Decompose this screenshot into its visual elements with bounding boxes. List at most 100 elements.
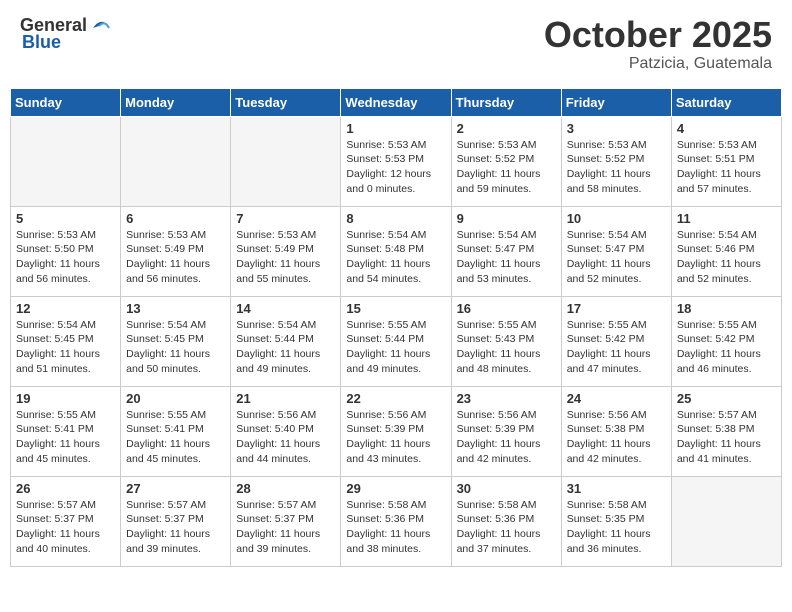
calendar-cell: 29 Sunrise: 5:58 AM Sunset: 5:36 PM Dayli… [341, 476, 451, 566]
week-row-3: 12 Sunrise: 5:54 AM Sunset: 5:45 PM Dayli… [11, 296, 782, 386]
day-info: Sunrise: 5:58 AM Sunset: 5:36 PM Dayligh… [346, 498, 445, 557]
day-number: 22 [346, 391, 445, 406]
day-number: 18 [677, 301, 776, 316]
logo: General Blue [20, 15, 111, 53]
week-row-5: 26 Sunrise: 5:57 AM Sunset: 5:37 PM Dayli… [11, 476, 782, 566]
day-number: 20 [126, 391, 225, 406]
day-number: 17 [567, 301, 666, 316]
page-header: General Blue October 2025 Patzicia, Guat… [10, 10, 782, 78]
day-info: Sunrise: 5:57 AM Sunset: 5:37 PM Dayligh… [126, 498, 225, 557]
calendar-cell: 4 Sunrise: 5:53 AM Sunset: 5:51 PM Daylig… [671, 116, 781, 206]
weekday-header-thursday: Thursday [451, 88, 561, 116]
day-info: Sunrise: 5:57 AM Sunset: 5:38 PM Dayligh… [677, 408, 776, 467]
day-info: Sunrise: 5:54 AM Sunset: 5:46 PM Dayligh… [677, 228, 776, 287]
day-number: 9 [457, 211, 556, 226]
day-number: 4 [677, 121, 776, 136]
day-info: Sunrise: 5:54 AM Sunset: 5:47 PM Dayligh… [567, 228, 666, 287]
weekday-header-row: SundayMondayTuesdayWednesdayThursdayFrid… [11, 88, 782, 116]
calendar-cell: 10 Sunrise: 5:54 AM Sunset: 5:47 PM Dayli… [561, 206, 671, 296]
calendar-cell: 1 Sunrise: 5:53 AM Sunset: 5:53 PM Daylig… [341, 116, 451, 206]
day-info: Sunrise: 5:56 AM Sunset: 5:39 PM Dayligh… [457, 408, 556, 467]
day-number: 24 [567, 391, 666, 406]
weekday-header-wednesday: Wednesday [341, 88, 451, 116]
day-number: 23 [457, 391, 556, 406]
weekday-header-sunday: Sunday [11, 88, 121, 116]
day-number: 7 [236, 211, 335, 226]
calendar-cell: 28 Sunrise: 5:57 AM Sunset: 5:37 PM Dayli… [231, 476, 341, 566]
calendar-cell: 11Sunrise: 5:54 AM Sunset: 5:46 PM Dayli… [671, 206, 781, 296]
calendar-cell: 27 Sunrise: 5:57 AM Sunset: 5:37 PM Dayli… [121, 476, 231, 566]
logo-icon [89, 14, 111, 36]
day-number: 12 [16, 301, 115, 316]
day-info: Sunrise: 5:53 AM Sunset: 5:49 PM Dayligh… [126, 228, 225, 287]
day-info: Sunrise: 5:53 AM Sunset: 5:53 PM Dayligh… [346, 138, 445, 197]
day-number: 15 [346, 301, 445, 316]
day-number: 28 [236, 481, 335, 496]
calendar-cell [121, 116, 231, 206]
calendar-cell: 14Sunrise: 5:54 AM Sunset: 5:44 PM Dayli… [231, 296, 341, 386]
day-info: Sunrise: 5:55 AM Sunset: 5:44 PM Dayligh… [346, 318, 445, 377]
day-info: Sunrise: 5:53 AM Sunset: 5:50 PM Dayligh… [16, 228, 115, 287]
day-number: 13 [126, 301, 225, 316]
calendar-cell: 19Sunrise: 5:55 AM Sunset: 5:41 PM Dayli… [11, 386, 121, 476]
calendar-cell: 30 Sunrise: 5:58 AM Sunset: 5:36 PM Dayli… [451, 476, 561, 566]
day-number: 16 [457, 301, 556, 316]
weekday-header-tuesday: Tuesday [231, 88, 341, 116]
day-info: Sunrise: 5:56 AM Sunset: 5:39 PM Dayligh… [346, 408, 445, 467]
calendar-cell: 13 Sunrise: 5:54 AM Sunset: 5:45 PM Dayli… [121, 296, 231, 386]
calendar-cell [671, 476, 781, 566]
calendar-cell: 22 Sunrise: 5:56 AM Sunset: 5:39 PM Dayli… [341, 386, 451, 476]
week-row-2: 5 Sunrise: 5:53 AM Sunset: 5:50 PM Daylig… [11, 206, 782, 296]
calendar-cell: 26 Sunrise: 5:57 AM Sunset: 5:37 PM Dayli… [11, 476, 121, 566]
day-info: Sunrise: 5:54 AM Sunset: 5:47 PM Dayligh… [457, 228, 556, 287]
month-title: October 2025 [544, 15, 772, 55]
day-number: 1 [346, 121, 445, 136]
calendar-cell: 8 Sunrise: 5:54 AM Sunset: 5:48 PM Daylig… [341, 206, 451, 296]
day-number: 26 [16, 481, 115, 496]
weekday-header-friday: Friday [561, 88, 671, 116]
day-info: Sunrise: 5:56 AM Sunset: 5:40 PM Dayligh… [236, 408, 335, 467]
day-info: Sunrise: 5:56 AM Sunset: 5:38 PM Dayligh… [567, 408, 666, 467]
day-number: 21 [236, 391, 335, 406]
calendar-cell: 16 Sunrise: 5:55 AM Sunset: 5:43 PM Dayli… [451, 296, 561, 386]
calendar-cell: 24 Sunrise: 5:56 AM Sunset: 5:38 PM Dayli… [561, 386, 671, 476]
calendar-cell: 17 Sunrise: 5:55 AM Sunset: 5:42 PM Dayli… [561, 296, 671, 386]
day-info: Sunrise: 5:54 AM Sunset: 5:48 PM Dayligh… [346, 228, 445, 287]
day-number: 5 [16, 211, 115, 226]
day-number: 30 [457, 481, 556, 496]
day-info: Sunrise: 5:53 AM Sunset: 5:52 PM Dayligh… [457, 138, 556, 197]
day-number: 27 [126, 481, 225, 496]
calendar-cell: 21 Sunrise: 5:56 AM Sunset: 5:40 PM Dayli… [231, 386, 341, 476]
week-row-4: 19Sunrise: 5:55 AM Sunset: 5:41 PM Dayli… [11, 386, 782, 476]
weekday-header-saturday: Saturday [671, 88, 781, 116]
calendar-cell: 3Sunrise: 5:53 AM Sunset: 5:52 PM Daylig… [561, 116, 671, 206]
day-info: Sunrise: 5:55 AM Sunset: 5:42 PM Dayligh… [677, 318, 776, 377]
calendar-cell: 6Sunrise: 5:53 AM Sunset: 5:49 PM Daylig… [121, 206, 231, 296]
day-info: Sunrise: 5:58 AM Sunset: 5:36 PM Dayligh… [457, 498, 556, 557]
day-info: Sunrise: 5:54 AM Sunset: 5:45 PM Dayligh… [16, 318, 115, 377]
day-number: 8 [346, 211, 445, 226]
calendar-cell: 31 Sunrise: 5:58 AM Sunset: 5:35 PM Dayli… [561, 476, 671, 566]
day-info: Sunrise: 5:58 AM Sunset: 5:35 PM Dayligh… [567, 498, 666, 557]
calendar-cell: 7Sunrise: 5:53 AM Sunset: 5:49 PM Daylig… [231, 206, 341, 296]
calendar-cell: 20 Sunrise: 5:55 AM Sunset: 5:41 PM Dayli… [121, 386, 231, 476]
day-number: 25 [677, 391, 776, 406]
day-info: Sunrise: 5:54 AM Sunset: 5:45 PM Dayligh… [126, 318, 225, 377]
day-info: Sunrise: 5:55 AM Sunset: 5:42 PM Dayligh… [567, 318, 666, 377]
day-number: 29 [346, 481, 445, 496]
calendar-cell [11, 116, 121, 206]
day-info: Sunrise: 5:55 AM Sunset: 5:43 PM Dayligh… [457, 318, 556, 377]
day-number: 31 [567, 481, 666, 496]
day-info: Sunrise: 5:53 AM Sunset: 5:51 PM Dayligh… [677, 138, 776, 197]
day-number: 2 [457, 121, 556, 136]
calendar-cell: 12 Sunrise: 5:54 AM Sunset: 5:45 PM Dayli… [11, 296, 121, 386]
calendar-cell: 18 Sunrise: 5:55 AM Sunset: 5:42 PM Dayli… [671, 296, 781, 386]
day-info: Sunrise: 5:55 AM Sunset: 5:41 PM Dayligh… [126, 408, 225, 467]
day-number: 10 [567, 211, 666, 226]
day-info: Sunrise: 5:55 AM Sunset: 5:41 PM Dayligh… [16, 408, 115, 467]
day-info: Sunrise: 5:57 AM Sunset: 5:37 PM Dayligh… [16, 498, 115, 557]
location-title: Patzicia, Guatemala [544, 55, 772, 73]
calendar-cell: 15 Sunrise: 5:55 AM Sunset: 5:44 PM Dayli… [341, 296, 451, 386]
day-info: Sunrise: 5:54 AM Sunset: 5:44 PM Dayligh… [236, 318, 335, 377]
day-info: Sunrise: 5:57 AM Sunset: 5:37 PM Dayligh… [236, 498, 335, 557]
